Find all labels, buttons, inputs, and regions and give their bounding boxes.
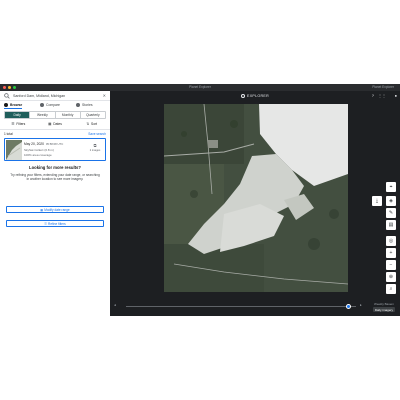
more-results-title: Looking for more results?: [29, 165, 81, 170]
timeline-handle[interactable]: [346, 304, 351, 309]
date-text: May 20, 2020: [24, 142, 44, 146]
zoom-out-icon[interactable]: −: [386, 260, 396, 270]
stack-icon[interactable]: ▤: [386, 220, 396, 230]
stories-icon: [76, 103, 80, 108]
tab-compare[interactable]: Compare: [40, 101, 60, 109]
layers-icon[interactable]: ◈: [386, 196, 396, 206]
period-daily[interactable]: Daily: [5, 112, 31, 118]
timeline: ◂ ▸ Weekly Basem Daily imagery: [110, 302, 400, 316]
tab-browse[interactable]: Browse: [4, 101, 23, 109]
period-monthly[interactable]: Monthly: [56, 112, 81, 118]
sort-label: Sort: [91, 122, 98, 126]
window-right-title: Planet Explorer: [372, 85, 394, 89]
results-total: 1 total: [4, 132, 13, 136]
save-search-link[interactable]: Save search: [88, 132, 106, 136]
images-label: 2 images: [89, 149, 101, 152]
timeline-forward-icon[interactable]: ▸: [360, 303, 362, 307]
planet-logo-icon: [241, 94, 245, 99]
brand: EXPLORER: [110, 91, 400, 101]
result-coverage: 100% area coverage: [24, 153, 52, 157]
compare-icon: [40, 103, 44, 108]
compass-icon[interactable]: ⊕: [386, 272, 396, 282]
map-header: EXPLORER ? ⋮⋮ ●: [110, 91, 400, 101]
tab-label: Compare: [46, 103, 60, 107]
weekly-basemap-toggle[interactable]: Weekly Basem: [374, 302, 394, 306]
compass-icon: [4, 103, 8, 108]
search-input[interactable]: Sanford Dam, Midland, Michigan: [13, 91, 65, 101]
refine-filters-label: Refine filters: [48, 222, 66, 226]
search-bar[interactable]: Sanford Dam, Midland, Michigan ✕: [0, 91, 110, 101]
modify-date-range-label: Modify date range: [44, 208, 70, 212]
period-weekly[interactable]: Weekly: [30, 112, 56, 118]
result-source: SkySat Collect (0.8 m): [24, 148, 54, 152]
apps-grid-icon[interactable]: ⋮⋮: [378, 91, 386, 101]
more-results-body: Try refining your filters, extending you…: [10, 173, 100, 182]
tab-label: Stories: [82, 103, 93, 107]
zoom-in-icon[interactable]: +: [386, 248, 396, 258]
dates-button[interactable]: ▦ Dates: [37, 121, 74, 128]
window-title: Planet Explorer: [189, 85, 211, 89]
avatar[interactable]: ●: [395, 91, 397, 101]
tool-pin-icon[interactable]: ⌖: [386, 182, 396, 192]
tab-label: Browse: [10, 103, 23, 107]
search-map-icon[interactable]: ⌕: [386, 284, 396, 294]
period-selector: Daily Weekly Monthly Quarterly: [4, 111, 106, 119]
satellite-map[interactable]: [164, 104, 348, 292]
window-titlebar: Planet Explorer Planet Explorer: [0, 84, 400, 91]
help-icon[interactable]: ?: [372, 91, 374, 101]
search-icon: [4, 93, 10, 99]
images-button[interactable]: ⧉ 2 images: [89, 143, 101, 157]
modify-date-range-button[interactable]: ▦ Modify date range: [6, 206, 104, 213]
sort-icon: ⇅: [86, 122, 90, 126]
brand-label: EXPLORER: [247, 94, 269, 98]
timeline-back-icon[interactable]: ◂: [114, 303, 116, 307]
sidebar: Sanford Dam, Midland, Michigan ✕ Browse …: [0, 91, 110, 316]
draw-icon[interactable]: ✎: [386, 208, 396, 218]
time-text: 05:58:08 UTC: [45, 142, 64, 146]
filters-button[interactable]: ☰ Filters: [0, 121, 37, 128]
locate-icon[interactable]: ◎: [386, 236, 396, 246]
refine-filters-button[interactable]: ☰ Refine filters: [6, 220, 104, 227]
close-icon[interactable]: ✕: [103, 91, 106, 101]
dates-label: Dates: [53, 122, 62, 126]
divider: [0, 129, 110, 130]
result-date: May 20, 2020 05:58:08 UTC: [24, 142, 63, 146]
sort-button[interactable]: ⇅ Sort: [73, 121, 110, 128]
timeline-track[interactable]: [126, 306, 356, 307]
filter-actions: ☰ Filters ▦ Dates ⇅ Sort: [0, 121, 110, 128]
tab-stories[interactable]: Stories: [76, 101, 93, 109]
calendar-icon: ▦: [48, 122, 52, 126]
result-card[interactable]: May 20, 2020 05:58:08 UTC SkySat Collect…: [4, 138, 106, 161]
download-icon[interactable]: ⤓: [372, 196, 382, 206]
period-quarterly[interactable]: Quarterly: [81, 112, 105, 118]
filter-icon: ☰: [11, 122, 15, 126]
daily-imagery-toggle[interactable]: Daily imagery: [372, 307, 395, 312]
result-thumbnail: [6, 140, 22, 160]
filters-label: Filters: [16, 122, 26, 126]
mode-tabs: Browse Compare Stories: [0, 101, 110, 109]
